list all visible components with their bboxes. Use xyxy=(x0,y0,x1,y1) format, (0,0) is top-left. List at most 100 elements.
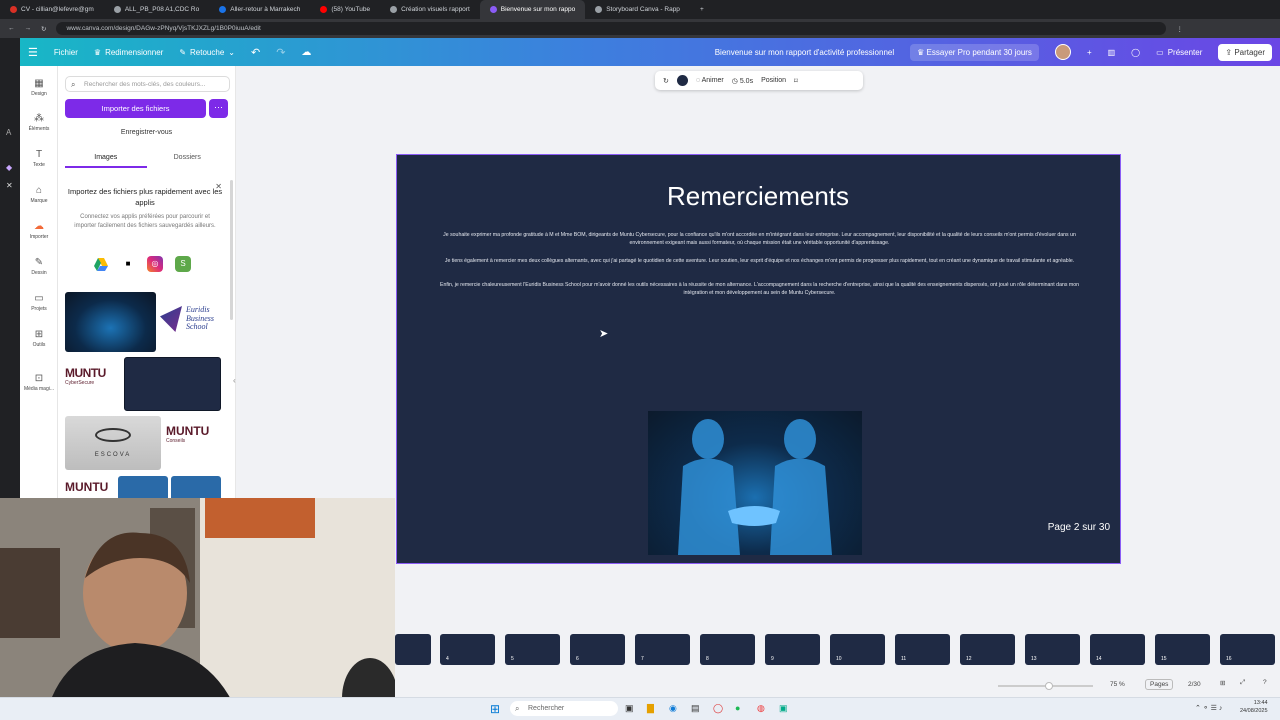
zoom-slider[interactable] xyxy=(998,682,1093,690)
browser-menu-icon[interactable]: ⋮ xyxy=(1176,25,1183,33)
import-files-button[interactable]: Importer des fichiers xyxy=(65,99,206,118)
page-thumbnail[interactable]: 13 xyxy=(1025,634,1080,665)
app-icon[interactable]: ▣ xyxy=(779,703,788,714)
browser-tab[interactable]: Aller-retour à Marrakech xyxy=(209,0,310,19)
page-thumbnail[interactable]: 5 xyxy=(505,634,560,665)
page-thumbnail[interactable]: 9 xyxy=(765,634,820,665)
import-more-button[interactable]: ⋯ xyxy=(209,99,228,118)
file-menu-button[interactable]: Fichier xyxy=(46,38,86,66)
avatar[interactable] xyxy=(1047,38,1079,66)
redo-button[interactable]: ↷ xyxy=(268,38,293,66)
rail-item-design[interactable]: ▦ Design xyxy=(20,78,58,97)
zoom-slider-handle[interactable] xyxy=(1045,682,1053,690)
task-view-icon[interactable]: ▣ xyxy=(625,703,634,714)
page-thumbnail[interactable]: 10 xyxy=(830,634,885,665)
duration-button[interactable]: ◷ 5.0s xyxy=(732,77,753,85)
page-thumbnail[interactable]: 4 xyxy=(440,634,495,665)
slide-paragraph[interactable]: Je tiens également à remercier mes deux … xyxy=(437,257,1082,265)
handshake-image-thumb[interactable] xyxy=(65,292,156,352)
new-tab-button[interactable]: + xyxy=(690,0,714,19)
document-title[interactable]: Bienvenue sur mon rapport d'activité pro… xyxy=(707,38,902,66)
side-app-icon[interactable]: A xyxy=(6,128,11,137)
slide-paragraph[interactable]: Enfin, je remercie chaleureusement l'Eur… xyxy=(437,281,1082,297)
page-thumbnail[interactable]: 12 xyxy=(960,634,1015,665)
zoom-level[interactable]: 75 % xyxy=(1110,681,1125,688)
rail-item-elements[interactable]: ⁂ Éléments xyxy=(20,113,58,132)
forward-icon[interactable]: → xyxy=(25,25,32,32)
taskbar-search[interactable]: ⌕ Rechercher xyxy=(510,701,618,716)
google-drive-icon[interactable] xyxy=(93,256,109,272)
system-clock[interactable]: 13:44 24/08/2025 xyxy=(1240,699,1268,715)
chrome-icon[interactable]: ◍ xyxy=(757,703,765,714)
windows-start-icon[interactable]: ⊞ xyxy=(490,702,500,716)
analytics-icon[interactable]: ▥ xyxy=(1100,38,1124,66)
menu-hamburger-icon[interactable]: ☰ xyxy=(20,38,46,66)
muntu-logo-thumb-small[interactable]: MUNTU xyxy=(65,480,120,498)
page-thumbnail[interactable]: 6 xyxy=(570,634,625,665)
browser-tab[interactable]: (58) YouTube xyxy=(310,0,380,19)
side-app-icon[interactable]: ◆ xyxy=(6,163,12,172)
page-thumbnail[interactable] xyxy=(395,634,431,665)
paint-roller-icon[interactable]: ⌑ xyxy=(794,77,798,85)
page-thumbnail[interactable]: 15 xyxy=(1155,634,1210,665)
escova-logo-thumb[interactable]: ESCOVA xyxy=(65,416,161,470)
animate-button[interactable]: ◌ Animer xyxy=(696,77,724,84)
muntu-logo-thumb[interactable]: MUNTU CyberSecure xyxy=(65,366,120,402)
browser-tab[interactable]: Storyboard Canva - Rapp xyxy=(585,0,690,19)
url-field[interactable]: www.canva.com/design/DAGw-zPNyq/VjsTKJXZ… xyxy=(56,22,1167,35)
tab-images[interactable]: Images xyxy=(65,154,147,168)
spotify-icon[interactable]: ● xyxy=(735,703,740,713)
euridis-logo-thumb[interactable]: Euridis Business School xyxy=(158,302,228,342)
undo-button[interactable]: ↶ xyxy=(243,38,268,66)
pages-button[interactable]: Pages xyxy=(1145,679,1174,690)
close-icon[interactable]: ✕ xyxy=(215,182,222,191)
slide-page[interactable]: Remerciements Je souhaite exprimer ma pr… xyxy=(396,154,1121,564)
rail-item-draw[interactable]: ✎ Dessin xyxy=(20,257,58,276)
page-thumbnail[interactable]: 14 xyxy=(1090,634,1145,665)
resize-button[interactable]: ♛ Redimensionner xyxy=(86,38,171,66)
file-explorer-icon[interactable]: ▇ xyxy=(647,703,654,714)
rail-item-projects[interactable]: ▭ Projets xyxy=(20,293,58,312)
opera-icon[interactable]: ◯ xyxy=(713,703,723,714)
rail-item-apps[interactable]: ⊞ Outils xyxy=(20,329,58,348)
image-thumb[interactable] xyxy=(118,476,168,498)
browser-tab[interactable]: ALL_PB_P08 A1,CDC Ro xyxy=(104,0,209,19)
fullscreen-icon[interactable]: ⤢ xyxy=(1240,679,1245,687)
page-thumbnail[interactable]: 11 xyxy=(895,634,950,665)
handshake-image[interactable] xyxy=(648,411,862,555)
browser-tab[interactable]: CV - cillian@lefevre@gm xyxy=(0,0,104,19)
add-collaborator-icon[interactable]: + xyxy=(1079,38,1100,66)
x-icon[interactable]: ✕ xyxy=(6,181,13,190)
instagram-icon[interactable]: ◎ xyxy=(147,256,163,272)
search-input[interactable]: ⌕ Rechercher des mots-clés, des couleurs.… xyxy=(65,76,230,92)
image-thumb[interactable] xyxy=(171,476,221,498)
rail-item-magic-media[interactable]: ⊡ Média magi... xyxy=(20,373,58,392)
browser-tab-active[interactable]: Bienvenue sur mon rappo xyxy=(479,0,586,19)
edge-icon[interactable]: ◉ xyxy=(669,703,677,714)
page-thumbnail[interactable]: 8 xyxy=(700,634,755,665)
edit-button[interactable]: ✎ Retouche ⌄ xyxy=(171,38,243,66)
try-pro-button[interactable]: ♛ Essayer Pro pendant 30 jours xyxy=(902,38,1047,66)
refresh-icon[interactable]: ↻ xyxy=(663,77,669,85)
record-yourself-button[interactable]: Enregistrer-vous xyxy=(65,125,228,140)
system-tray-icons[interactable]: ⌃ ⚬ ☰ ♪ xyxy=(1195,704,1222,712)
comment-icon[interactable]: ◯ xyxy=(1123,38,1148,66)
present-button[interactable]: ▭ Présenter xyxy=(1148,38,1210,66)
reload-icon[interactable]: ↻ xyxy=(41,25,46,33)
slide-bg-thumb[interactable] xyxy=(124,357,221,411)
rail-item-brand[interactable]: ⌂ Marque xyxy=(20,185,58,204)
muntu-conseils-logo-thumb[interactable]: MUNTU Conseils xyxy=(166,424,224,460)
slide-paragraph[interactable]: Je souhaite exprimer ma profonde gratitu… xyxy=(437,231,1082,247)
tab-folders[interactable]: Dossiers xyxy=(147,154,229,168)
rail-item-upload[interactable]: ☁ Importer xyxy=(20,221,58,240)
share-button[interactable]: ⇪ Partager xyxy=(1210,38,1280,66)
browser-tab[interactable]: Création visuels rapport xyxy=(380,0,480,19)
page-thumbnail[interactable]: 7 xyxy=(635,634,690,665)
color-swatch[interactable] xyxy=(676,75,688,86)
store-icon[interactable]: ▤ xyxy=(691,703,700,714)
shopify-icon[interactable]: S xyxy=(175,256,191,272)
back-icon[interactable]: ← xyxy=(8,25,15,32)
position-button[interactable]: Position xyxy=(761,77,786,84)
slide-title[interactable]: Remerciements xyxy=(397,181,1119,212)
grid-view-icon[interactable]: ⊞ xyxy=(1220,679,1225,687)
